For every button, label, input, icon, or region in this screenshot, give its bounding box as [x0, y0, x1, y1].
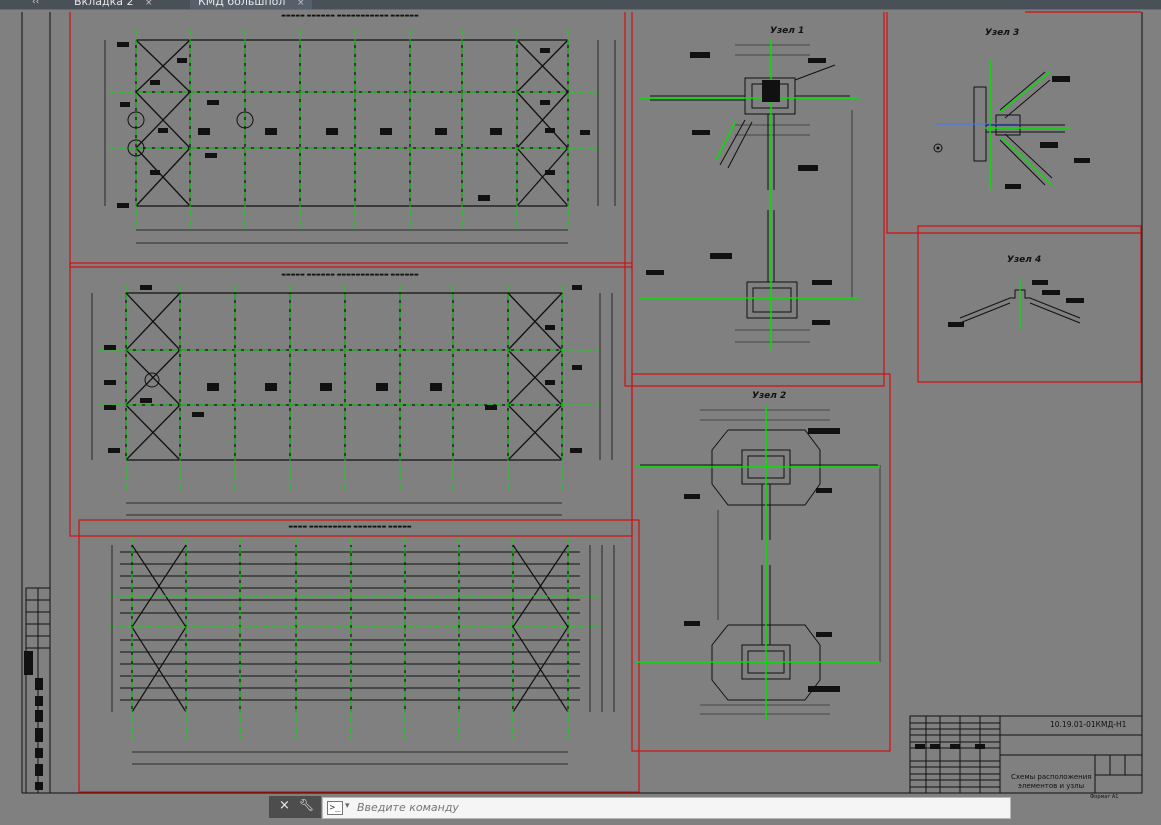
- command-input[interactable]: [357, 800, 997, 815]
- command-line-toolbar: × 🔧︎: [269, 796, 321, 818]
- upper-belt-bracing-plan: ▬▬▬▬▬ ▬▬▬▬▬▬ ▬▬▬▬▬▬▬▬▬▬▬ ▬▬▬▬▬▬: [104, 13, 616, 244]
- purlin-layout-plan: ▬▬▬▬ ▬▬▬▬▬▬▬▬▬ ▬▬▬▬▬▬▬ ▬▬▬▬▬: [110, 524, 615, 765]
- node-2-title: Узел 2: [752, 391, 786, 401]
- plan-heading: ▬▬▬▬ ▬▬▬▬▬▬▬▬▬ ▬▬▬▬▬▬▬ ▬▬▬▬▬: [288, 524, 412, 530]
- left-stamp-blocks: [24, 651, 43, 790]
- node-3-detail: Узел 3: [933, 28, 1090, 190]
- node-1-detail: Узел 1: [640, 26, 860, 350]
- command-prompt-icon[interactable]: >_: [327, 801, 343, 815]
- drawing-name-line1: Схемы расположения: [1011, 773, 1092, 781]
- node-4-title: Узел 4: [1007, 255, 1041, 265]
- chevron-down-icon[interactable]: ▾: [345, 801, 350, 811]
- command-line: >_ ▾: [322, 797, 1011, 819]
- node-3-title: Узел 3: [985, 28, 1019, 38]
- sheet-format: Формат А1: [1090, 794, 1119, 800]
- model-space-canvas[interactable]: ▬▬▬▬▬ ▬▬▬▬▬▬ ▬▬▬▬▬▬▬▬▬▬▬ ▬▬▬▬▬▬ ▬▬▬▬▬ ▬▬…: [0, 0, 1161, 825]
- drawing-name-line2: элементов и узлы: [1018, 782, 1085, 790]
- wrench-icon[interactable]: 🔧︎: [299, 798, 314, 812]
- plan-heading: ▬▬▬▬▬ ▬▬▬▬▬▬ ▬▬▬▬▬▬▬▬▬▬▬ ▬▬▬▬▬▬: [281, 272, 419, 278]
- node-4-detail: Узел 4: [948, 255, 1084, 330]
- node-2-detail: Узел 2: [636, 391, 881, 720]
- close-icon[interactable]: ×: [279, 798, 290, 813]
- plan-heading: ▬▬▬▬▬ ▬▬▬▬▬▬ ▬▬▬▬▬▬▬▬▬▬▬ ▬▬▬▬▬▬: [281, 13, 419, 19]
- section-frames: [69, 11, 1142, 793]
- drawing-code: 10.19.01-01КМД-Н1: [1050, 720, 1127, 729]
- lower-belt-bracing-plan: ▬▬▬▬▬ ▬▬▬▬▬▬ ▬▬▬▬▬▬▬▬▬▬▬ ▬▬▬▬▬▬: [91, 272, 613, 516]
- node-1-title: Узел 1: [770, 26, 804, 36]
